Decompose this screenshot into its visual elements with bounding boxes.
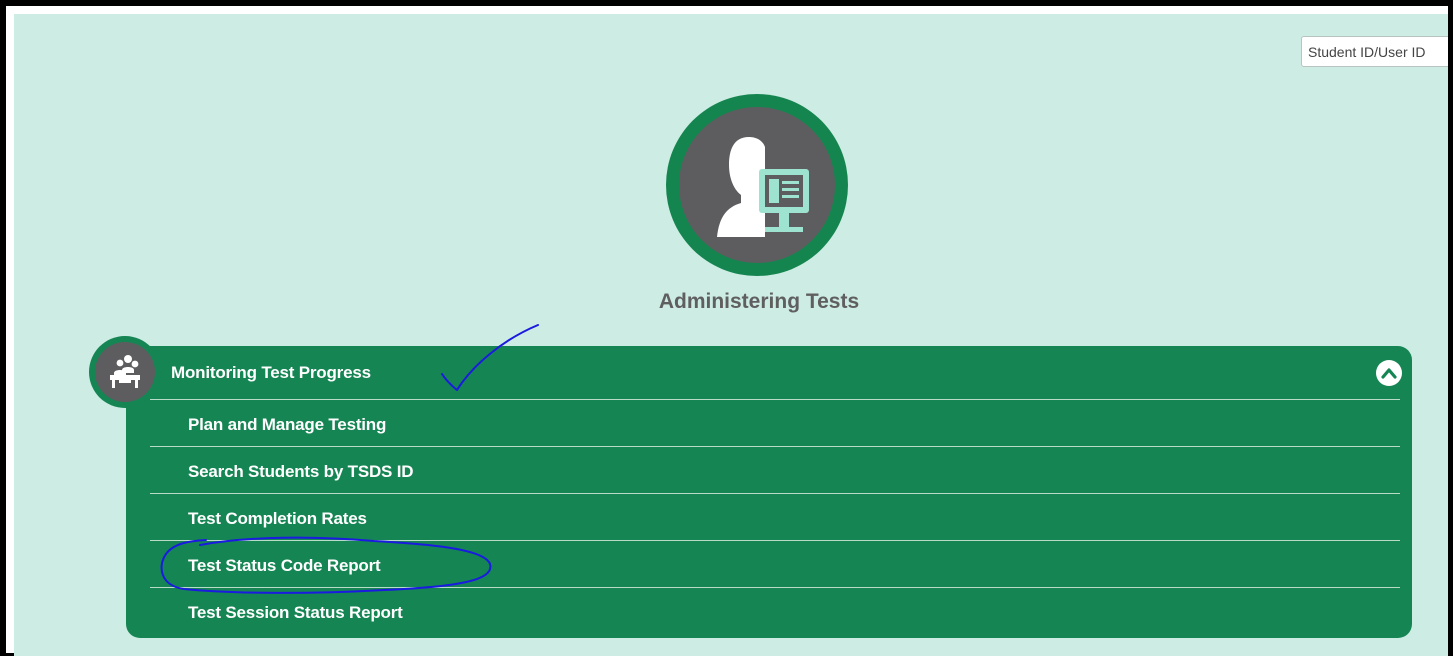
menu-item-label: Test Status Code Report bbox=[188, 556, 381, 575]
screenshot-frame: Administering Tests Monitoring Test Prog… bbox=[0, 0, 1453, 656]
person-computer-icon bbox=[679, 107, 835, 263]
chevron-up-icon bbox=[1381, 368, 1397, 379]
menu-item-label: Search Students by TSDS ID bbox=[188, 462, 414, 481]
monitoring-test-progress-panel: Monitoring Test Progress Plan and Manage… bbox=[126, 346, 1412, 638]
menu-item-search-students-by-tsds-id[interactable]: Search Students by TSDS ID bbox=[150, 446, 1400, 493]
menu-item-test-session-status-report[interactable]: Test Session Status Report bbox=[150, 587, 1400, 634]
student-id-search-input[interactable] bbox=[1301, 36, 1448, 67]
hero-icon-ring bbox=[666, 94, 848, 276]
menu-item-label: Plan and Manage Testing bbox=[188, 415, 387, 434]
collapse-button[interactable] bbox=[1376, 360, 1402, 386]
section-title: Administering Tests bbox=[658, 290, 860, 313]
teacher-students-icon bbox=[95, 342, 155, 402]
panel-menu-list: Plan and Manage Testing Search Students … bbox=[150, 399, 1400, 634]
menu-item-label: Test Session Status Report bbox=[188, 603, 403, 622]
menu-item-plan-and-manage-testing[interactable]: Plan and Manage Testing bbox=[150, 399, 1400, 446]
panel-icon-ring bbox=[89, 336, 161, 408]
page-background: Administering Tests Monitoring Test Prog… bbox=[14, 14, 1448, 656]
panel-title: Monitoring Test Progress bbox=[171, 363, 371, 382]
menu-item-test-completion-rates[interactable]: Test Completion Rates bbox=[150, 493, 1400, 540]
menu-item-test-status-code-report[interactable]: Test Status Code Report bbox=[150, 540, 1400, 587]
menu-item-label: Test Completion Rates bbox=[188, 509, 367, 528]
panel-header[interactable]: Monitoring Test Progress bbox=[126, 346, 1412, 399]
